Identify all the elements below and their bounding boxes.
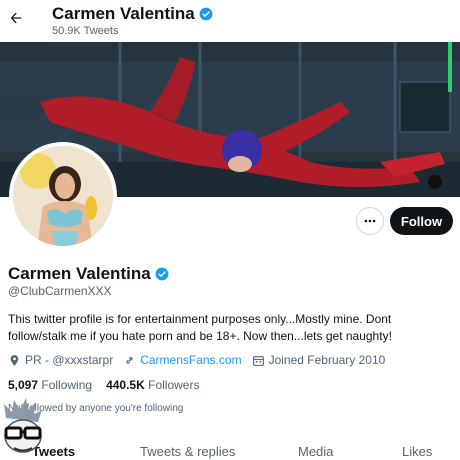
followers-link[interactable]: 440.5K Followers <box>106 378 199 392</box>
profile-tabs: Tweets Tweets & replies Media Likes <box>0 438 460 460</box>
followers-count: 440.5K <box>106 378 145 392</box>
calendar-icon <box>252 355 264 366</box>
following-count: 5,097 <box>8 378 39 392</box>
follow-stats: 5,097 Following 440.5K Followers <box>8 378 199 392</box>
profile-name: Carmen Valentina <box>8 264 169 284</box>
following-label: Following <box>41 378 93 392</box>
back-button[interactable] <box>6 8 26 28</box>
verified-badge-icon <box>155 267 169 281</box>
link-icon <box>126 356 133 364</box>
profile-name-text: Carmen Valentina <box>8 264 151 283</box>
location-text: PR - @xxxstarpr <box>25 353 114 367</box>
top-bar: Carmen Valentina 50.9K Tweets <box>0 0 460 42</box>
profile-bio: This twitter profile is for entertainmen… <box>8 312 392 343</box>
website-item: CarmensFans.com <box>123 353 242 367</box>
more-dots-icon <box>364 219 376 223</box>
arrow-left-icon <box>10 12 22 24</box>
followers-label: Followers <box>148 378 200 392</box>
tweet-count: 50.9K Tweets <box>52 25 119 37</box>
website-link[interactable]: CarmensFans.com <box>140 353 241 367</box>
glasses-mascot-icon <box>4 398 42 453</box>
profile-avatar[interactable] <box>9 142 117 250</box>
location-pin-icon <box>10 354 19 366</box>
profile-handle: @ClubCarmenXXX <box>8 284 112 298</box>
tab-media[interactable]: Media <box>298 444 333 459</box>
tab-likes[interactable]: Likes <box>402 444 432 459</box>
joined-item: Joined February 2010 <box>252 353 386 367</box>
profile-meta: PR - @xxxstarpr CarmensFans.com Joined F… <box>8 353 395 367</box>
verified-badge-icon <box>199 7 213 21</box>
avatar-image <box>13 146 113 246</box>
header-name: Carmen Valentina <box>52 4 195 23</box>
header-title: Carmen Valentina <box>52 4 213 24</box>
more-options-button[interactable] <box>356 207 384 235</box>
follow-button[interactable]: Follow <box>390 207 453 235</box>
location-item: PR - @xxxstarpr <box>8 353 113 367</box>
tab-tweets-replies[interactable]: Tweets & replies <box>140 444 235 459</box>
joined-text: Joined February 2010 <box>268 353 386 367</box>
following-link[interactable]: 5,097 Following <box>8 378 92 392</box>
